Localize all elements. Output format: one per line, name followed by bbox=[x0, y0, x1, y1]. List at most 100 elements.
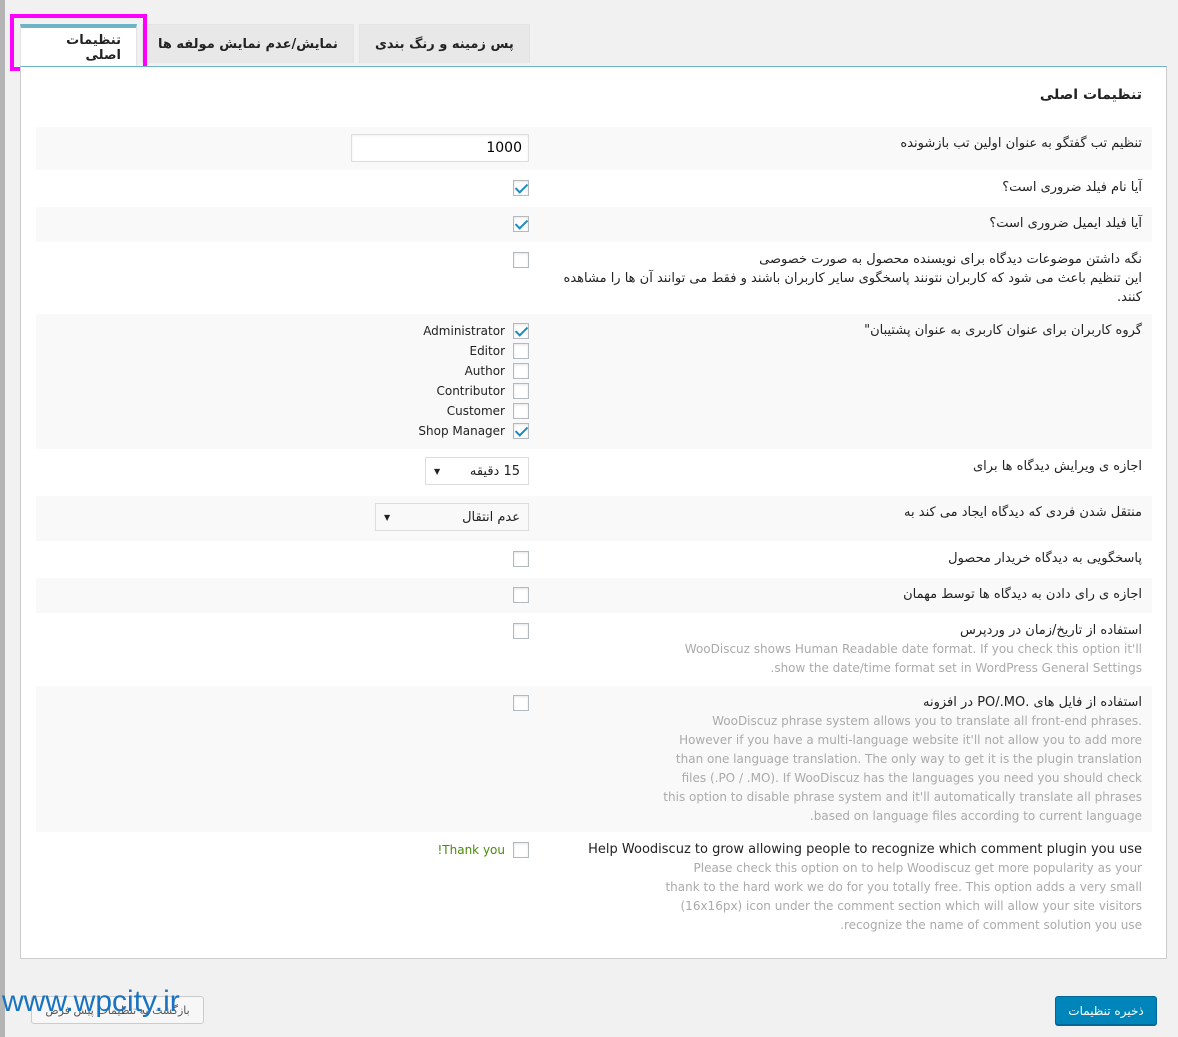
settings-row: اجازه ی ویرایش دیدگاه ها برای 15 دقیقه ▼ bbox=[36, 450, 1152, 496]
setting-label-cell: استفاده از فایل های .PO/.MO در افزونه Woo… bbox=[542, 686, 1152, 832]
role-checkbox[interactable] bbox=[513, 343, 529, 359]
setting-checkbox[interactable] bbox=[513, 842, 529, 858]
setting-label-cell: اجازه ی رای دادن به دیدگاه ها توسط مهمان bbox=[542, 578, 1152, 613]
setting-label: استفاده از تاریخ/زمان در وردپرس bbox=[959, 623, 1142, 638]
tab-0[interactable]: تنظیمات اصلی bbox=[20, 24, 137, 67]
setting-control-cell bbox=[36, 243, 542, 313]
settings-row: گروه کاربران برای عنوان کاربری به عنوان … bbox=[36, 314, 1152, 450]
setting-checkbox[interactable] bbox=[513, 252, 529, 268]
setting-label-cell: تنظیم تب گفتگو به عنوان اولین تب بازشوند… bbox=[542, 127, 1152, 170]
settings-row: استفاده از تاریخ/زمان در وردپرس WooDiscuz… bbox=[36, 614, 1152, 686]
chevron-down-icon: ▼ bbox=[434, 466, 441, 476]
settings-row: Help Woodiscuz to grow allowing people t… bbox=[36, 833, 1152, 944]
setting-control-cell: Thank you! bbox=[36, 833, 542, 943]
save-settings-button[interactable]: ذخیره تنظیمات bbox=[1055, 996, 1157, 1025]
setting-label-cell: منتقل شدن فردی که دیدگاه ایجاد می کند به bbox=[542, 496, 1152, 541]
setting-select[interactable]: عدم انتقال ▼ bbox=[375, 503, 529, 531]
settings-row: تنظیم تب گفتگو به عنوان اولین تب بازشوند… bbox=[36, 127, 1152, 171]
settings-row: نگه داشتن موضوعات دیدگاه برای نویسنده مح… bbox=[36, 243, 1152, 314]
setting-checkbox[interactable] bbox=[513, 216, 529, 232]
setting-note: این تنظیم باعث می شود که کاربران نتونند … bbox=[563, 271, 1142, 305]
settings-row: آیا فیلد ایمیل ضروری است؟ bbox=[36, 207, 1152, 243]
setting-control-cell: عدم انتقال ▼ bbox=[36, 496, 542, 541]
setting-description: WooDiscuz shows Human Readable date form… bbox=[684, 642, 1142, 675]
checkbox-wrap bbox=[36, 178, 529, 198]
setting-label: تنظیم تب گفتگو به عنوان اولین تب بازشوند… bbox=[900, 136, 1142, 151]
checkbox-wrap bbox=[36, 693, 529, 713]
role-checkbox[interactable] bbox=[513, 423, 529, 439]
setting-label-cell: نگه داشتن موضوعات دیدگاه برای نویسنده مح… bbox=[542, 243, 1152, 313]
role-checkbox[interactable] bbox=[513, 403, 529, 419]
tab-1[interactable]: نمایش/عدم نمایش مولفه ها bbox=[142, 24, 354, 63]
checkbox-wrap bbox=[36, 250, 529, 270]
setting-control-cell: 15 دقیقه ▼ bbox=[36, 450, 542, 495]
role-label: Shop Manager bbox=[418, 424, 505, 438]
setting-text-input[interactable] bbox=[351, 134, 529, 162]
checkbox-wrap bbox=[36, 549, 529, 569]
tab-2[interactable]: پس زمینه و رنگ بندی bbox=[358, 24, 530, 63]
role-label: Contributor bbox=[436, 384, 505, 398]
role-checkbox[interactable] bbox=[513, 383, 529, 399]
setting-label: منتقل شدن فردی که دیدگاه ایجاد می کند به bbox=[904, 505, 1142, 520]
setting-label-cell: پاسخگویی به دیدگاه خریدار محصول bbox=[542, 542, 1152, 577]
settings-row: اجازه ی رای دادن به دیدگاه ها توسط مهمان bbox=[36, 578, 1152, 614]
setting-checkbox[interactable] bbox=[513, 587, 529, 603]
setting-control-cell bbox=[36, 578, 542, 613]
role-option[interactable]: Author bbox=[36, 361, 529, 381]
setting-checkbox[interactable] bbox=[513, 623, 529, 639]
checkbox-wrap bbox=[36, 214, 529, 234]
setting-label: آیا نام فیلد ضروری است؟ bbox=[1002, 180, 1142, 195]
role-option[interactable]: Customer bbox=[36, 401, 529, 421]
role-label: Editor bbox=[469, 344, 505, 358]
setting-label: اجازه ی ویرایش دیدگاه ها برای bbox=[973, 459, 1142, 474]
thank-you-label: Thank you! bbox=[437, 843, 505, 857]
panel-title: تنظیمات اصلی bbox=[1039, 87, 1142, 103]
role-option[interactable]: Administrator bbox=[36, 321, 529, 341]
select-value: عدم انتقال bbox=[462, 509, 520, 525]
setting-label-cell: گروه کاربران برای عنوان کاربری به عنوان … bbox=[542, 314, 1152, 449]
role-label: Administrator bbox=[423, 324, 505, 338]
settings-row: منتقل شدن فردی که دیدگاه ایجاد می کند به… bbox=[36, 496, 1152, 542]
setting-control-cell bbox=[36, 171, 542, 206]
setting-control-cell bbox=[36, 542, 542, 577]
setting-label-cell: آیا فیلد ایمیل ضروری است؟ bbox=[542, 207, 1152, 242]
chevron-down-icon: ▼ bbox=[384, 512, 391, 522]
setting-label: نگه داشتن موضوعات دیدگاه برای نویسنده مح… bbox=[759, 252, 1142, 267]
setting-label: پاسخگویی به دیدگاه خریدار محصول bbox=[948, 551, 1142, 566]
setting-label: استفاده از فایل های .PO/.MO در افزونه bbox=[923, 695, 1142, 710]
setting-label-cell: آیا نام فیلد ضروری است؟ bbox=[542, 171, 1152, 206]
checkbox-wrap bbox=[36, 621, 529, 641]
role-checkbox[interactable] bbox=[513, 363, 529, 379]
setting-label-cell: استفاده از تاریخ/زمان در وردپرس WooDiscuz… bbox=[542, 614, 1152, 685]
role-checkbox[interactable] bbox=[513, 323, 529, 339]
role-label: Author bbox=[464, 364, 505, 378]
setting-description: WooDiscuz phrase system allows you to tr… bbox=[663, 714, 1142, 823]
role-label: Customer bbox=[446, 404, 505, 418]
checkbox-wrap: Thank you! bbox=[36, 840, 529, 860]
reset-defaults-button[interactable]: بازگشت به تنظیمات پیش فرض bbox=[31, 996, 204, 1024]
settings-row: استفاده از فایل های .PO/.MO در افزونه Woo… bbox=[36, 686, 1152, 833]
setting-checkbox[interactable] bbox=[513, 551, 529, 567]
checkbox-wrap bbox=[36, 585, 529, 605]
setting-label: Help Woodiscuz to grow allowing people t… bbox=[588, 842, 1142, 857]
settings-panel: تنظیمات اصلی تنظیم تب گفتگو به عنوان اول… bbox=[20, 66, 1167, 959]
setting-checkbox[interactable] bbox=[513, 695, 529, 711]
setting-control-cell: Administrator Editor Author Contributor Cust… bbox=[36, 314, 542, 449]
setting-description: Please check this option on to help Wood… bbox=[665, 861, 1142, 932]
setting-control-cell bbox=[36, 686, 542, 832]
settings-table: تنظیم تب گفتگو به عنوان اولین تب بازشوند… bbox=[36, 127, 1152, 944]
setting-label-cell: Help Woodiscuz to grow allowing people t… bbox=[542, 833, 1152, 943]
setting-control-cell bbox=[36, 207, 542, 242]
select-value: 15 دقیقه bbox=[469, 463, 520, 479]
left-edge bbox=[0, 0, 5, 1037]
role-option[interactable]: Shop Manager bbox=[36, 421, 529, 441]
setting-label: اجازه ی رای دادن به دیدگاه ها توسط مهمان bbox=[903, 587, 1142, 602]
role-option[interactable]: Editor bbox=[36, 341, 529, 361]
tab-bar: تنظیمات اصلی نمایش/عدم نمایش مولفه ها پس ز… bbox=[20, 24, 530, 67]
role-option[interactable]: Contributor bbox=[36, 381, 529, 401]
setting-select[interactable]: 15 دقیقه ▼ bbox=[425, 457, 529, 485]
setting-control-cell bbox=[36, 614, 542, 685]
setting-checkbox[interactable] bbox=[513, 180, 529, 196]
settings-row: آیا نام فیلد ضروری است؟ bbox=[36, 171, 1152, 207]
setting-label-cell: اجازه ی ویرایش دیدگاه ها برای bbox=[542, 450, 1152, 495]
